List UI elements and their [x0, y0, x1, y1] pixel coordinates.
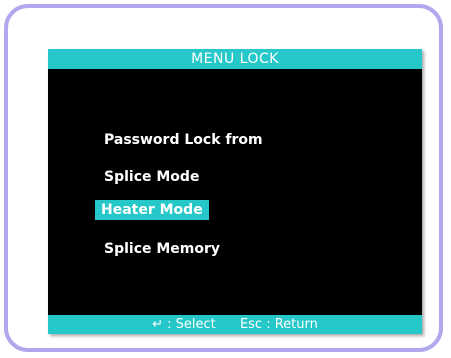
menu-item-password-lock[interactable]: Password Lock from — [98, 130, 269, 150]
device-frame: MENU LOCK Password Lock from Splice Mode… — [4, 4, 443, 352]
menu-item-splice-memory[interactable]: Splice Memory — [98, 239, 226, 259]
return-hint: Esc : Return — [239, 317, 318, 332]
status-bar: ↵ : Select Esc : Return — [48, 315, 422, 334]
menu-item-splice-mode[interactable]: Splice Mode — [98, 167, 205, 187]
menu-item-heater-mode[interactable]: Heater Mode — [95, 200, 209, 220]
menu-list: Password Lock from Splice Mode Heater Mo… — [48, 49, 422, 334]
device-screen: MENU LOCK Password Lock from Splice Mode… — [48, 49, 422, 334]
select-hint: ↵ : Select — [152, 317, 216, 332]
